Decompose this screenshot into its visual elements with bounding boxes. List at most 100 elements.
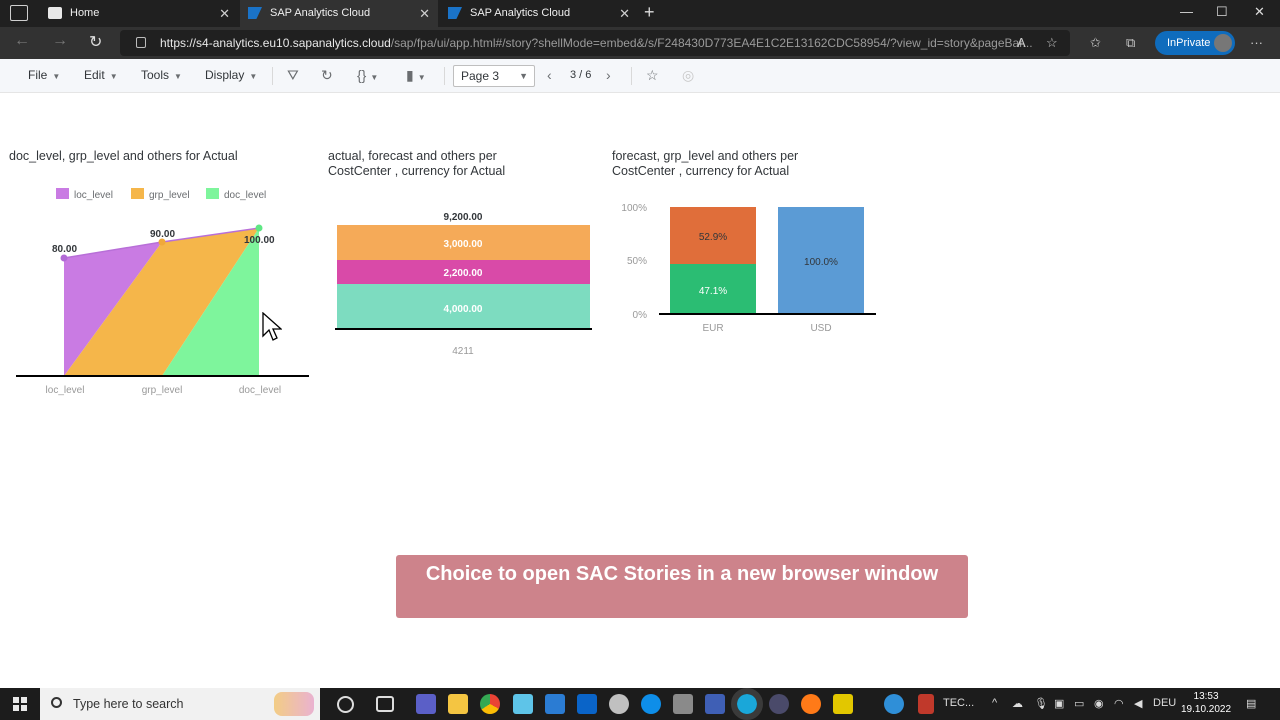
teamviewer-icon[interactable] (641, 694, 661, 714)
search-icon (51, 697, 62, 708)
x-tick-eur: EUR (702, 323, 723, 334)
tec-app-icon[interactable] (918, 694, 934, 714)
legend-label-doc-level: doc_level (224, 190, 266, 201)
chevron-up-icon[interactable]: ^ (992, 697, 997, 709)
read-aloud-icon[interactable]: A (1017, 35, 1026, 50)
app-icon[interactable] (609, 694, 629, 714)
point-doc-level[interactable] (255, 224, 263, 232)
taskbar-app-label[interactable]: TEC... (943, 697, 974, 709)
firefox-icon[interactable] (801, 694, 821, 714)
outlook-icon[interactable] (577, 694, 597, 714)
chart1-area-chart[interactable]: loc_level grp_level doc_level 80.00 90.0… (0, 180, 320, 402)
display-icon[interactable]: ▣ (1054, 697, 1064, 710)
data-label-loc-level: 80.00 (52, 244, 77, 255)
chevron-down-icon: ▼ (249, 72, 258, 81)
help-icon[interactable] (884, 694, 904, 714)
chevron-down-icon: ▼ (109, 72, 118, 81)
volume-icon[interactable]: ◀ (1134, 697, 1142, 710)
legend-swatch-grp-level (131, 188, 144, 199)
chart2-title: actual, forecast and others per CostCent… (328, 149, 505, 179)
tab-sap-analytics-cloud-active[interactable]: SAP Analytics Cloud ✕ (240, 0, 438, 27)
mouse-cursor-icon (262, 312, 282, 341)
point-loc-level[interactable] (60, 254, 68, 262)
chart3-percent-bar-chart[interactable]: 100% 50% 0% 52.9% 47.1% 100.0% EUR USD (612, 198, 887, 343)
task-view-icon[interactable] (376, 696, 394, 712)
reload-icon[interactable]: ↻ (89, 32, 102, 52)
collections-icon[interactable]: ⧉ (1126, 35, 1135, 51)
onedrive-icon[interactable]: ☁ (1012, 697, 1023, 710)
back-icon[interactable]: ← (14, 32, 30, 50)
tab-label: SAP Analytics Cloud (270, 7, 371, 19)
maximize-icon[interactable]: ☐ (1216, 4, 1228, 20)
windows-start-icon[interactable] (13, 697, 27, 711)
language-indicator[interactable]: DEU (1153, 697, 1176, 709)
security-icon[interactable] (769, 694, 789, 714)
close-tab-icon[interactable]: ✕ (619, 0, 630, 27)
cortana-icon[interactable] (337, 696, 354, 713)
menu-display[interactable]: Display ▼ (205, 68, 257, 82)
x-tick-4211: 4211 (452, 346, 474, 357)
menu-tools[interactable]: Tools ▼ (141, 68, 182, 82)
page-icon (48, 7, 62, 19)
close-window-icon[interactable]: ✕ (1254, 4, 1265, 20)
microphone-icon[interactable]: 🎙 (1034, 697, 1048, 710)
toolbar-divider (444, 67, 445, 85)
page-selector[interactable]: Page 3 ▼ (453, 65, 535, 87)
more-icon[interactable]: ··· (1250, 35, 1263, 50)
teams-icon[interactable] (416, 694, 436, 714)
app-icon[interactable] (705, 694, 725, 714)
file-explorer-icon[interactable] (448, 694, 468, 714)
star-icon[interactable]: ☆ (646, 67, 659, 84)
page-selector-value: Page 3 (461, 69, 500, 83)
lock-icon (136, 37, 146, 48)
vscode-icon[interactable] (545, 694, 565, 714)
chrome-icon[interactable] (480, 694, 500, 714)
page-count: 3 / 6 (570, 69, 592, 81)
tab-label: Home (70, 7, 100, 19)
edge-icon[interactable] (731, 688, 763, 720)
x-tick-doc-level: doc_level (239, 385, 281, 396)
close-tab-icon[interactable]: ✕ (419, 0, 430, 27)
previous-page-icon[interactable]: ‹ (547, 67, 552, 83)
segment-label-3000: 3,000.00 (444, 239, 483, 250)
y-tick-100: 100% (621, 203, 647, 214)
story-toolbar: File ▼ Edit ▼ Tools ▼ Display ▼ ⛛ ↻ {} ▼ ▮ ▼ P… (0, 59, 1280, 93)
close-tab-icon[interactable]: ✕ (219, 0, 230, 27)
inprivate-button[interactable]: InPrivate (1155, 31, 1235, 55)
next-page-icon[interactable]: › (606, 67, 611, 83)
notifications-icon[interactable]: ▤ (1246, 697, 1256, 710)
segment-label-eur-top: 52.9% (699, 232, 727, 243)
taskbar-clock[interactable]: 13:53 19.10.2022 (1181, 690, 1231, 716)
tab-sap-analytics-cloud[interactable]: SAP Analytics Cloud ✕ (440, 0, 638, 27)
menu-file[interactable]: File ▼ (28, 68, 60, 82)
segment-label-eur-bottom: 47.1% (699, 286, 727, 297)
sap-logo-icon (448, 7, 462, 19)
tab-home[interactable]: Home ✕ (40, 0, 238, 27)
filter-icon[interactable]: ⛛ (287, 67, 299, 84)
wifi-icon[interactable]: ◠ (1114, 697, 1124, 710)
taskbar-search-input[interactable]: Type here to search (40, 688, 320, 720)
menu-edit[interactable]: Edit ▼ (84, 68, 118, 82)
x-tick-grp-level: grp_level (142, 385, 183, 396)
variables-icon[interactable]: {} ▼ (357, 67, 378, 83)
bookmark-icon[interactable]: ▮ ▼ (406, 67, 426, 84)
inprivate-label: InPrivate (1167, 37, 1211, 49)
chart2-title-line2: CostCenter , currency for Actual (328, 164, 506, 178)
battery-icon[interactable]: ▭ (1074, 697, 1084, 710)
favorite-add-icon[interactable]: ☆ (1046, 35, 1058, 51)
app-icon[interactable] (513, 694, 533, 714)
url-field[interactable]: https://s4-analytics.eu10.sapanalytics.c… (120, 30, 1070, 56)
refresh-icon[interactable]: ↻ (321, 67, 333, 84)
favorites-icon[interactable]: ✩ (1090, 35, 1101, 51)
minimize-icon[interactable]: — (1180, 4, 1193, 19)
new-tab-icon[interactable]: + (644, 2, 655, 23)
chart2-stacked-bar-chart[interactable]: 9,200.00 3,000.00 2,200.00 4,000.00 4211 (330, 205, 600, 365)
app-icon[interactable] (833, 694, 853, 714)
url-host: https://s4-analytics.eu10.sapanalytics.c… (160, 36, 391, 50)
chevron-down-icon: ▼ (52, 72, 61, 81)
security-center-icon[interactable]: ◉ (1094, 697, 1104, 710)
tab-actions-icon[interactable] (10, 5, 28, 21)
app-icon[interactable] (673, 694, 693, 714)
forward-icon[interactable]: → (52, 32, 68, 50)
chart3-title-line2: CostCenter , currency for Actual (612, 164, 790, 178)
